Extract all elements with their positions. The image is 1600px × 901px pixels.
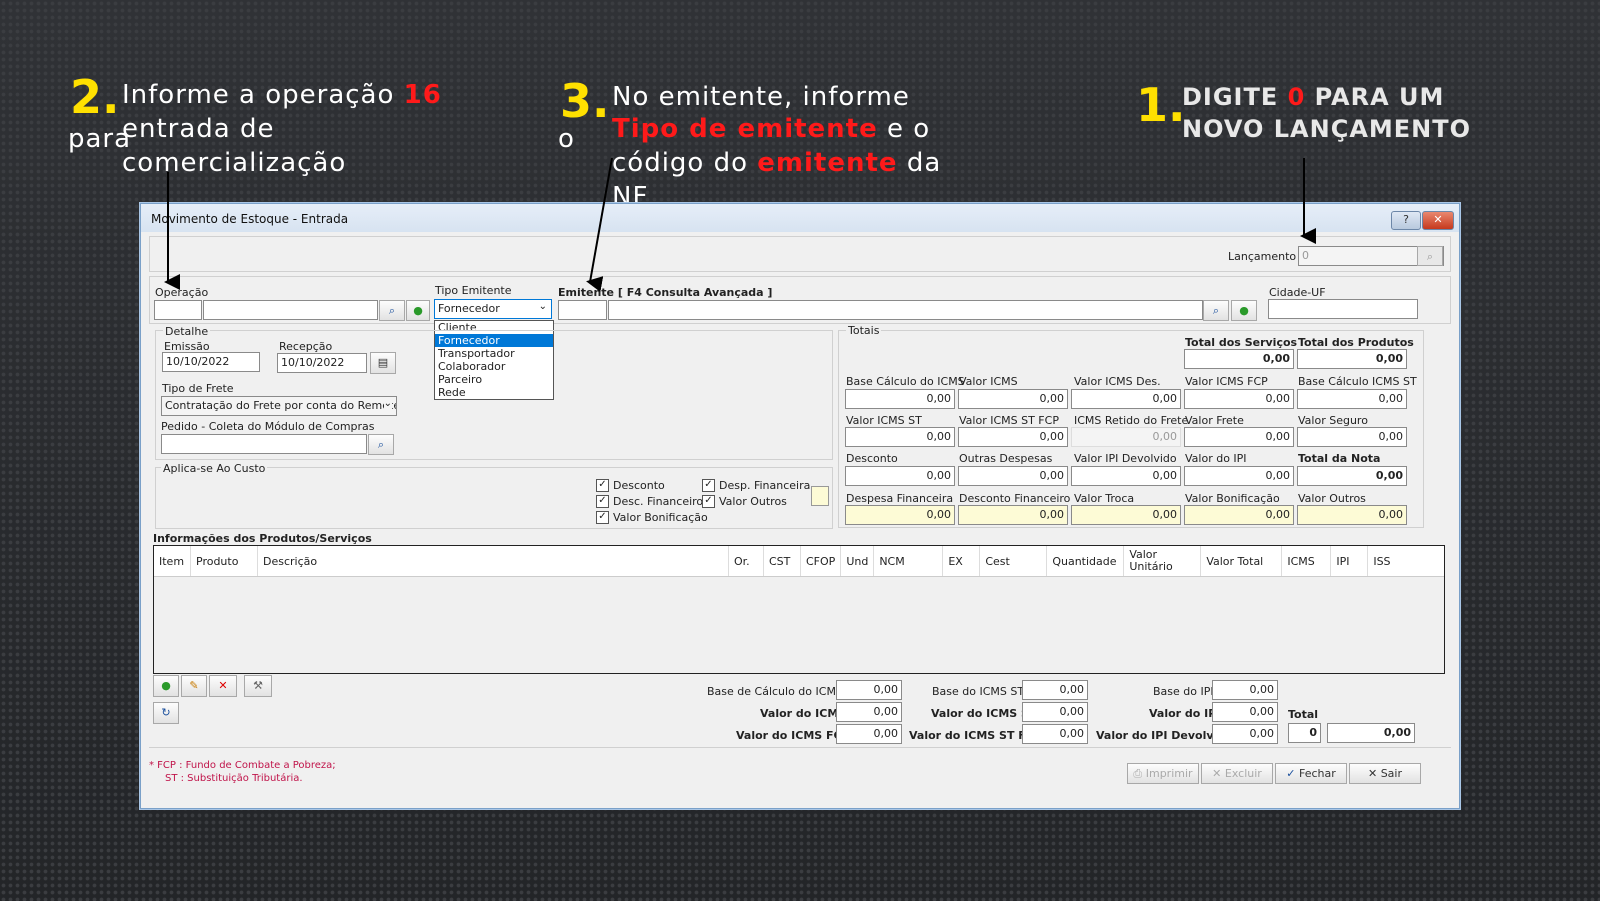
arrow-to-emitente (586, 157, 613, 292)
annotation-arrows (164, 157, 1316, 292)
